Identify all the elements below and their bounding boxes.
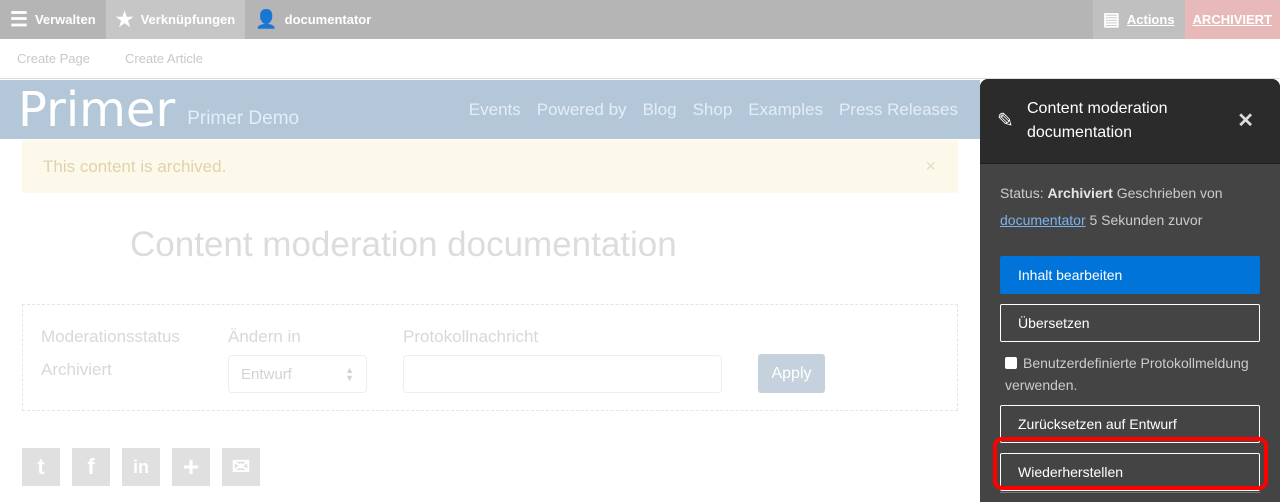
- close-icon[interactable]: ×: [925, 156, 936, 177]
- create-page-link[interactable]: Create Page: [17, 51, 90, 66]
- site-header: Primer Primer Demo Events Powered by Blo…: [0, 80, 980, 139]
- star-icon: ★: [115, 9, 134, 31]
- nav-events[interactable]: Events: [469, 100, 521, 120]
- facebook-icon[interactable]: f: [72, 448, 110, 486]
- linkedin-icon[interactable]: in: [122, 448, 160, 486]
- pencil-icon: ✎: [997, 110, 1014, 132]
- site-logo[interactable]: Primer: [18, 86, 175, 134]
- moderation-status-value: Archiviert: [41, 360, 112, 379]
- moderation-state-badge[interactable]: ARCHIVIERT: [1184, 0, 1280, 39]
- change-to-select[interactable]: Entwurf ▲ ▼: [228, 355, 367, 393]
- admin-toolbar: ☰ Verwalten ★ Verknüpfungen 👤 documentator …: [0, 0, 1280, 39]
- sort-arrows-icon: ▲ ▼: [345, 365, 354, 383]
- user-icon: 👤: [255, 9, 278, 29]
- nav-shop[interactable]: Shop: [693, 100, 733, 120]
- toolbar-shortcuts[interactable]: ★ Verknüpfungen: [105, 0, 246, 39]
- nav-examples[interactable]: Examples: [748, 100, 823, 120]
- checkbox[interactable]: [1005, 357, 1017, 369]
- nav-press-releases[interactable]: Press Releases: [839, 100, 958, 120]
- plus-icon[interactable]: +: [172, 448, 210, 486]
- email-icon[interactable]: ✉: [222, 448, 260, 486]
- archived-alert: This content is archived. ×: [22, 140, 958, 193]
- sidebar-title: Content moderation documentation: [1027, 100, 1168, 141]
- divider: [1000, 492, 1260, 493]
- shortcuts-bar: Create Page Create Article: [0, 39, 1280, 79]
- main-nav: Events Powered by Blog Shop Examples Pre…: [469, 100, 958, 120]
- log-message-input[interactable]: [403, 355, 722, 393]
- status-value: Archiviert: [1047, 185, 1113, 201]
- apply-button[interactable]: Apply: [758, 354, 825, 393]
- log-message-label: Protokollnachricht: [403, 327, 539, 346]
- alert-text: This content is archived.: [43, 156, 227, 176]
- site-slogan: Primer Demo: [187, 107, 300, 129]
- toolbar-actions[interactable]: ▤ Actions: [1092, 0, 1185, 39]
- toolbar-manage[interactable]: ☰ Verwalten: [0, 0, 106, 39]
- nav-powered-by[interactable]: Powered by: [537, 100, 627, 120]
- page-title: Content moderation documentation: [130, 225, 677, 264]
- sidebar-header: ✎ Content moderation documentation ✕: [980, 79, 1280, 164]
- moderation-control: Moderationsstatus Archiviert Ändern in E…: [22, 304, 958, 411]
- toolbar-user[interactable]: 👤 documentator: [245, 0, 381, 39]
- translate-button[interactable]: Übersetzen: [1000, 304, 1260, 342]
- edit-content-button[interactable]: Inhalt bearbeiten: [1000, 256, 1260, 294]
- close-icon[interactable]: ✕: [1237, 109, 1254, 133]
- create-article-link[interactable]: Create Article: [125, 51, 203, 66]
- moderation-status-label: Moderationsstatus: [41, 327, 180, 346]
- document-settings-icon: ▤: [1102, 9, 1120, 29]
- author-link[interactable]: documentator: [1000, 212, 1086, 228]
- highlight-box: [993, 437, 1268, 490]
- twitter-icon[interactable]: t: [22, 448, 60, 486]
- change-to-label: Ändern in: [228, 327, 301, 346]
- nav-blog[interactable]: Blog: [643, 100, 677, 120]
- menu-icon: ☰: [10, 9, 28, 31]
- revision-info: Status: Archiviert Geschrieben von docum…: [1000, 185, 1223, 228]
- share-buttons: t f in + ✉: [22, 448, 260, 486]
- custom-log-checkbox[interactable]: Benutzerdefinierte Protokollmeldung verw…: [1005, 352, 1260, 396]
